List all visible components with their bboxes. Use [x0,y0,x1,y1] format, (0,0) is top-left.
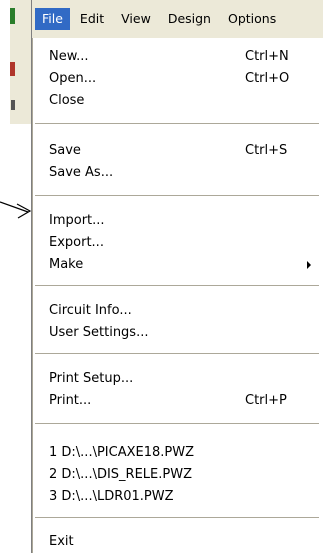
menu-item-label: Make [49,257,84,272]
menu-item-label: 1 D:\...\PICAXE18.PWZ [49,445,194,460]
menu-view[interactable]: View [114,8,158,30]
menu-item-label: Export... [49,235,104,250]
menu-item-print-setup[interactable]: Print Setup... [49,368,311,390]
menu-item-print[interactable]: Print... Ctrl+P [49,390,311,412]
menu-item-label: Print Setup... [49,371,134,386]
menu-separator [35,285,319,287]
menu-item-label: User Settings... [49,325,149,340]
menu-item-label: Save As... [49,165,114,180]
menu-item-save-as[interactable]: Save As... [49,162,311,184]
menu-item-label: Save [49,143,81,158]
menu-item-recent-file-2[interactable]: 2 D:\...\DIS_RELE.PWZ [49,464,311,486]
menu-item-label: Close [49,93,85,108]
menu-item-label: Import... [49,213,105,228]
menu-item-import[interactable]: Import... [49,210,311,232]
menu-item-label: Print... [49,393,92,408]
menu-separator [35,353,319,355]
menu-item-close[interactable]: Close [49,90,311,112]
menu-edit[interactable]: Edit [73,8,111,30]
menu-item-recent-file-3[interactable]: 3 D:\...\LDR01.PWZ [49,486,311,508]
menu-item-label: New... [49,49,89,64]
menu-item-open[interactable]: Open... Ctrl+O [49,68,311,90]
menu-options[interactable]: Options [221,8,283,30]
menu-item-user-settings[interactable]: User Settings... [49,322,311,344]
menu-item-shortcut: Ctrl+P [245,393,287,408]
file-menu-dropdown: New... Ctrl+N Open... Ctrl+O Close Save … [32,38,319,553]
background-window-edge [0,0,32,553]
menu-bar: File Edit View Design Options [32,0,323,38]
menu-separator [35,123,319,125]
menu-item-label: Circuit Info... [49,303,132,318]
menu-item-shortcut: Ctrl+S [245,143,288,158]
background-dark-mark [11,100,15,110]
menu-file[interactable]: File [35,8,70,30]
menu-design[interactable]: Design [161,8,218,30]
menu-item-make[interactable]: Make [49,254,311,276]
menu-separator [35,517,319,519]
menu-item-recent-file-1[interactable]: 1 D:\...\PICAXE18.PWZ [49,442,311,464]
menu-item-label: Open... [49,71,97,86]
background-green-mark [10,8,15,24]
menu-item-shortcut: Ctrl+N [245,49,289,64]
menu-separator [35,423,319,425]
background-red-mark [10,62,15,76]
menu-item-label: 3 D:\...\LDR01.PWZ [49,489,174,504]
menu-item-label: Exit [49,534,74,549]
triangle-right-icon [307,261,311,269]
menu-item-circuit-info[interactable]: Circuit Info... [49,300,311,322]
arrow-icon [0,201,32,219]
menu-item-exit[interactable]: Exit [49,531,311,553]
menu-item-export[interactable]: Export... [49,232,311,254]
menu-item-save[interactable]: Save Ctrl+S [49,140,311,162]
menu-item-new[interactable]: New... Ctrl+N [49,46,311,68]
menu-separator [35,195,319,197]
menu-item-label: 2 D:\...\DIS_RELE.PWZ [49,467,192,482]
menu-item-shortcut: Ctrl+O [245,71,290,86]
